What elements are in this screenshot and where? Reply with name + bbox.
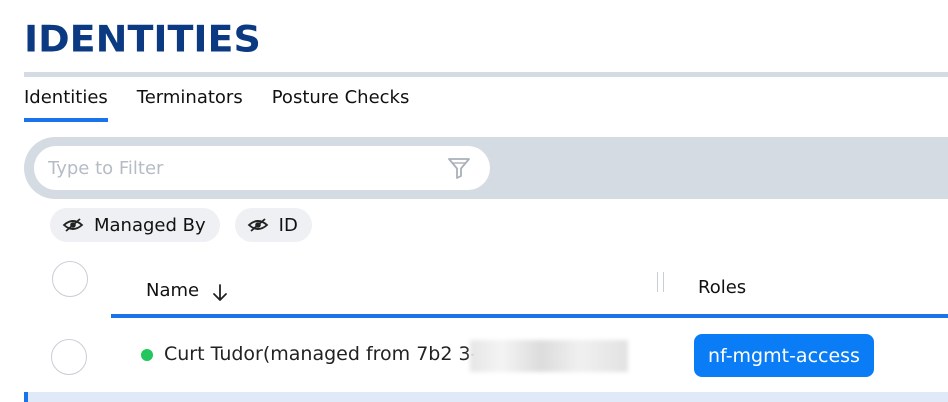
select-all-checkbox[interactable] bbox=[52, 261, 88, 297]
row-focus-marker bbox=[24, 392, 28, 402]
role-badge[interactable]: nf-mgmt-access bbox=[694, 334, 874, 377]
filter-input[interactable] bbox=[48, 157, 428, 179]
page-title: IDENTITIES bbox=[24, 17, 261, 61]
column-header-label: Name bbox=[146, 279, 200, 301]
filter-field bbox=[34, 146, 490, 190]
title-divider bbox=[24, 72, 948, 77]
chip-label: Managed By bbox=[94, 214, 206, 236]
tab-bar: Identities Terminators Posture Checks bbox=[24, 86, 438, 122]
tab-terminators[interactable]: Terminators bbox=[137, 86, 243, 122]
show-column-managed-by-chip[interactable]: Managed By bbox=[50, 208, 220, 242]
column-header-name[interactable]: Name bbox=[146, 277, 229, 303]
tab-identities[interactable]: Identities bbox=[24, 86, 108, 122]
next-row-highlight bbox=[24, 392, 948, 402]
filter-funnel-icon[interactable] bbox=[446, 155, 472, 181]
column-header-roles[interactable]: Roles bbox=[698, 277, 746, 298]
chip-label: ID bbox=[278, 214, 298, 236]
column-resize-handle[interactable] bbox=[657, 272, 664, 292]
tab-posture-checks[interactable]: Posture Checks bbox=[272, 86, 410, 122]
arrow-down-icon bbox=[211, 283, 229, 303]
status-online-icon bbox=[141, 349, 153, 361]
redacted-text bbox=[470, 340, 628, 372]
hidden-columns-bar: Managed By ID bbox=[50, 208, 327, 242]
eye-slash-icon bbox=[247, 217, 269, 233]
row-checkbox[interactable] bbox=[51, 339, 87, 375]
table-header-divider bbox=[111, 314, 948, 318]
eye-slash-icon bbox=[62, 217, 84, 233]
show-column-id-chip[interactable]: ID bbox=[234, 208, 312, 242]
